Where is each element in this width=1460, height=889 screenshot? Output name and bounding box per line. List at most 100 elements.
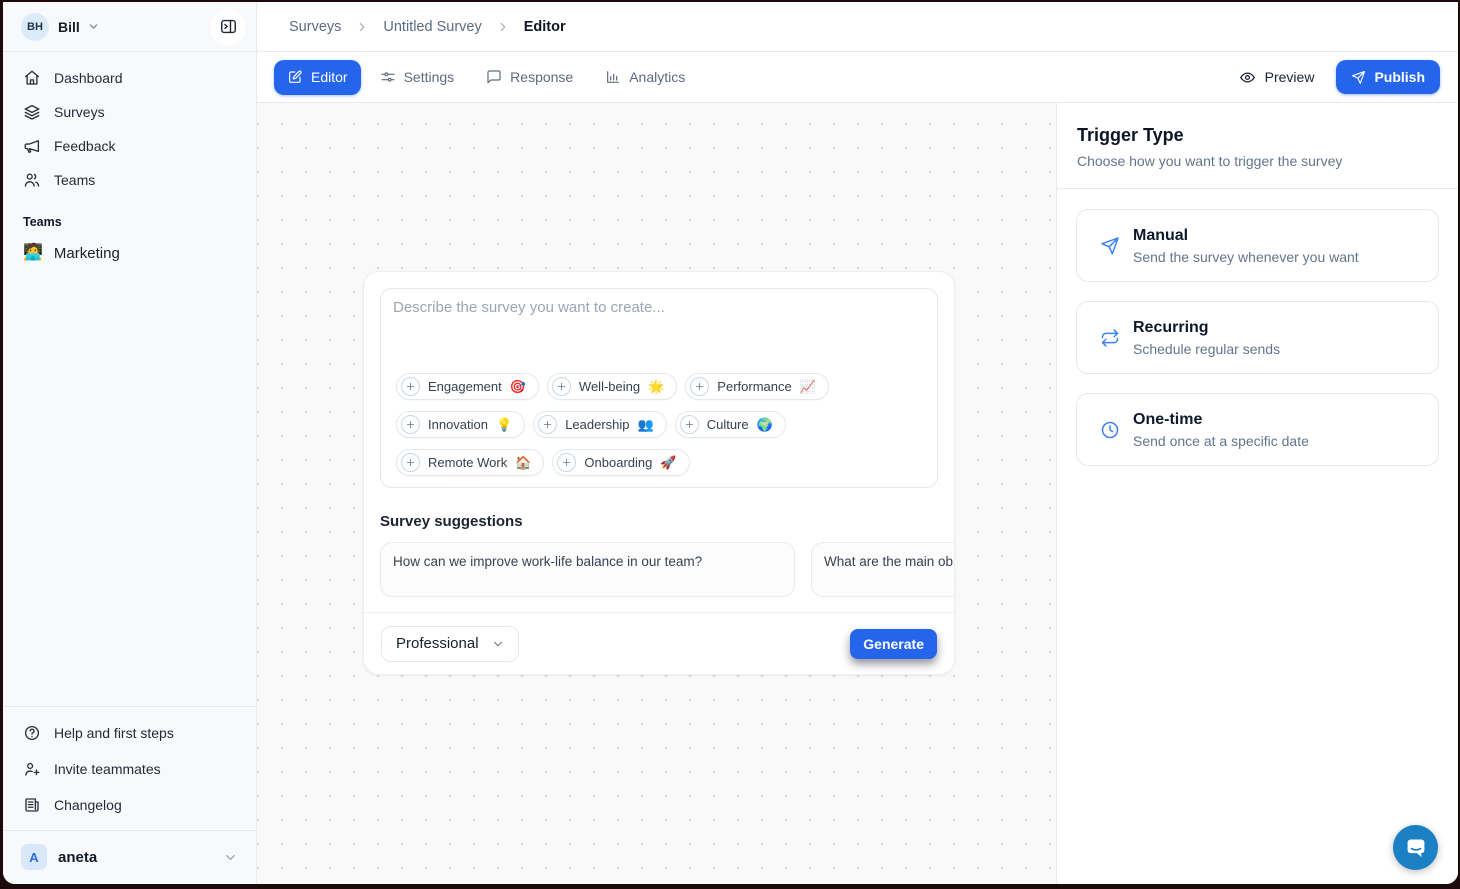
help-circle-icon (23, 724, 41, 742)
topic-chip-onboarding[interactable]: Onboarding 🚀 (552, 449, 689, 476)
survey-prompt-input[interactable] (393, 299, 925, 377)
sidebar: BH Bill Dashboard Surv (3, 2, 257, 884)
topic-chip-engagement[interactable]: Engagement 🎯 (396, 373, 539, 400)
chat-widget-button[interactable] (1393, 825, 1438, 870)
sidebar-collapse-button[interactable] (210, 9, 246, 45)
chip-emoji: 🏠 (515, 456, 531, 469)
survey-generator-card: Engagement 🎯 Well-being 🌟 Performance (363, 271, 955, 675)
panel-toggle-icon (219, 17, 238, 36)
chat-icon (486, 69, 502, 85)
trigger-option-manual[interactable]: Manual Send the survey whenever you want (1076, 209, 1439, 282)
sidebar-item-label: Invite teammates (54, 761, 161, 777)
chip-label: Engagement (428, 379, 502, 394)
tab-editor[interactable]: Editor (274, 60, 361, 95)
users-icon (23, 171, 41, 189)
trigger-description: Send the survey whenever you want (1133, 249, 1359, 265)
generator-footer: Professional Generate (364, 612, 954, 674)
trigger-text: Manual Send the survey whenever you want (1133, 227, 1359, 265)
tab-analytics[interactable]: Analytics (592, 60, 698, 95)
sidebar-item-label: Dashboard (54, 70, 123, 86)
topic-chip-performance[interactable]: Performance 📈 (685, 373, 829, 400)
workspace-name[interactable]: Bill (58, 19, 80, 35)
topic-chip-leadership[interactable]: Leadership 👥 (533, 411, 667, 438)
user-avatar: A (21, 844, 47, 870)
generate-button[interactable]: Generate (850, 629, 937, 659)
chat-bubble-icon (1404, 836, 1428, 860)
chevron-right-icon (496, 20, 510, 34)
sidebar-item-marketing[interactable]: 🧑‍💻 Marketing (11, 235, 248, 271)
trigger-description: Send once at a specific date (1133, 433, 1309, 449)
sidebar-footer-nav: Help and first steps Invite teammates Ch… (3, 706, 256, 823)
plus-icon (538, 415, 557, 434)
topic-chip-innovation[interactable]: Innovation 💡 (396, 411, 525, 438)
panel-subtitle: Choose how you want to trigger the surve… (1077, 153, 1438, 169)
content-row: Engagement 🎯 Well-being 🌟 Performance (257, 103, 1458, 884)
sidebar-item-teams[interactable]: Teams (11, 163, 248, 197)
team-emoji: 🧑‍💻 (23, 245, 43, 261)
prompt-box: Engagement 🎯 Well-being 🌟 Performance (380, 288, 938, 488)
plus-icon (401, 453, 420, 472)
tone-select[interactable]: Professional (381, 626, 519, 662)
tone-value: Professional (396, 635, 479, 652)
breadcrumb-surveys[interactable]: Surveys (289, 19, 341, 35)
sidebar-item-help[interactable]: Help and first steps (11, 715, 248, 751)
home-icon (23, 69, 41, 87)
toolbar-actions: Preview Publish (1231, 60, 1440, 94)
topic-chip-remote-work[interactable]: Remote Work 🏠 (396, 449, 544, 476)
user-plus-icon (23, 760, 41, 778)
sidebar-item-surveys[interactable]: Surveys (11, 95, 248, 129)
panel-header: Trigger Type Choose how you want to trig… (1057, 103, 1458, 189)
edit-icon (287, 69, 303, 85)
tab-response[interactable]: Response (473, 60, 586, 95)
tab-label: Response (510, 69, 573, 85)
preview-label: Preview (1265, 69, 1315, 85)
plus-icon (690, 377, 709, 396)
chip-emoji: 🚀 (660, 456, 676, 469)
tab-label: Analytics (629, 69, 685, 85)
breadcrumb-untitled-survey[interactable]: Untitled Survey (383, 19, 481, 35)
sidebar-item-label: Help and first steps (54, 725, 174, 741)
user-menu[interactable]: A aneta (11, 838, 248, 876)
chevron-down-icon (491, 637, 505, 651)
chevron-down-icon (87, 20, 100, 33)
tab-settings[interactable]: Settings (367, 60, 468, 95)
chip-label: Culture (707, 417, 749, 432)
sidebar-item-feedback[interactable]: Feedback (11, 129, 248, 163)
repeat-icon (1100, 328, 1120, 348)
chip-label: Performance (717, 379, 791, 394)
chip-label: Well-being (579, 379, 640, 394)
survey-canvas[interactable]: Engagement 🎯 Well-being 🌟 Performance (257, 103, 1056, 884)
sidebar-item-invite[interactable]: Invite teammates (11, 751, 248, 787)
publish-button[interactable]: Publish (1336, 60, 1440, 94)
plus-icon (401, 415, 420, 434)
changelog-icon (23, 796, 41, 814)
sidebar-item-dashboard[interactable]: Dashboard (11, 61, 248, 95)
breadcrumb-editor: Editor (524, 19, 566, 35)
chip-label: Onboarding (584, 455, 652, 470)
tab-label: Settings (404, 69, 455, 85)
send-icon (1351, 70, 1366, 85)
topic-chip-culture[interactable]: Culture 🌍 (675, 411, 786, 438)
workspace-header: BH Bill (3, 2, 256, 52)
plus-icon (557, 453, 576, 472)
chip-emoji: 💡 (496, 418, 512, 431)
chevron-right-icon (355, 20, 369, 34)
bar-chart-icon (605, 69, 621, 85)
sidebar-item-label: Teams (54, 172, 95, 188)
trigger-option-recurring[interactable]: Recurring Schedule regular sends (1076, 301, 1439, 374)
sidebar-item-changelog[interactable]: Changelog (11, 787, 248, 823)
trigger-text: One-time Send once at a specific date (1133, 411, 1309, 449)
sidebar-spacer (3, 271, 256, 706)
preview-button[interactable]: Preview (1231, 63, 1323, 92)
send-icon (1100, 236, 1120, 256)
main-area: Surveys Untitled Survey Editor Editor (257, 2, 1458, 884)
suggestion-card[interactable]: How can we improve work-life balance in … (380, 542, 795, 597)
topic-chip-well-being[interactable]: Well-being 🌟 (547, 373, 677, 400)
sidebar-nav: Dashboard Surveys Feedback Teams (3, 52, 256, 197)
trigger-option-one-time[interactable]: One-time Send once at a specific date (1076, 393, 1439, 466)
workspace-avatar[interactable]: BH (21, 13, 49, 41)
suggestion-card[interactable]: What are the main ob (811, 542, 954, 597)
sidebar-item-label: Feedback (54, 138, 115, 154)
trigger-description: Schedule regular sends (1133, 341, 1280, 357)
sidebar-item-label: Changelog (54, 797, 122, 813)
